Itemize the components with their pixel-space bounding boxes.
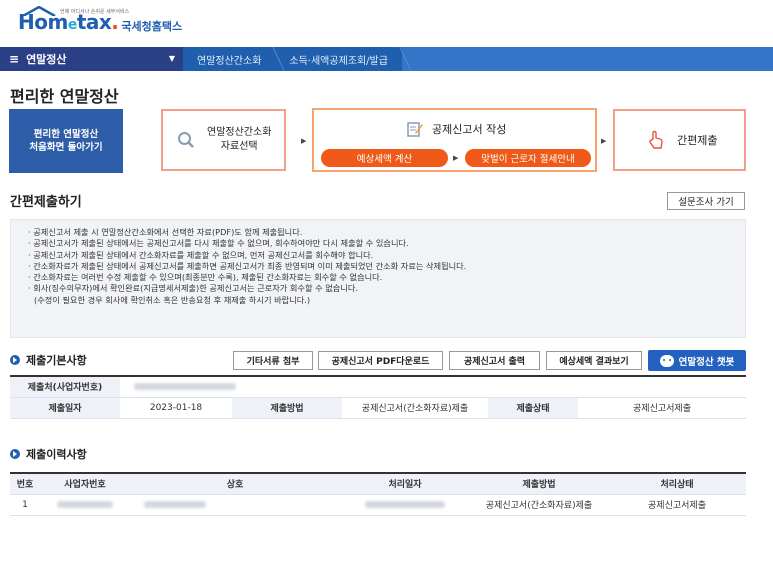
submit-method-value: 공제신고서(간소화자료)제출 [342, 397, 488, 419]
dual-income-button[interactable]: 맞벌이 근로자 절세안내 [465, 149, 591, 167]
arrow-right-icon: ▶ [453, 154, 459, 162]
row-number: 1 [10, 494, 40, 516]
nav-home-menu[interactable]: ≡ 연말정산 ▼ [0, 47, 183, 71]
notice-box: 공제신고서 제출 시 연말정산간소화에서 선택한 자료(PDF)도 함께 제출됩… [10, 219, 746, 338]
bullet-icon [10, 355, 20, 365]
company-name [130, 494, 340, 516]
nav-item-deduction-query[interactable]: 소득·세액공제조회/발급 [275, 47, 402, 71]
notice-item: (수정이 필요한 경우 회사에 확인취소 혹은 반송요청 후 재제출 하시기 바… [34, 294, 311, 305]
arrow-right-icon: ▶ [301, 137, 307, 145]
pdf-download-button[interactable]: 공제신고서 PDF다운로드 [318, 351, 443, 370]
step3-label: 간편제출 [677, 134, 718, 147]
hand-pointer-icon [649, 130, 663, 149]
step-simplified-select[interactable]: 연말정산간소화 자료선택 [161, 109, 286, 171]
logo-subtitle: 국세청홈택스 [121, 20, 183, 33]
notice-item: 공제신고서가 제출된 상태에서는 공제신고서를 다시 제출할 수 없으며, 회수… [28, 238, 745, 249]
section-title: 간편제출하기 [10, 195, 82, 210]
form-pencil-icon [407, 122, 423, 137]
submit-status-value: 공제신고서제출 [578, 397, 746, 419]
hometax-logo[interactable]: 언제 어디서나 손쉬운 세무서비스 Hometax. 국세청홈택스 [18, 6, 182, 36]
expected-tax-button[interactable]: 예상세액 계산 [321, 149, 448, 167]
col-header: 상호 [130, 473, 340, 495]
submit-date-label: 제출일자 [10, 397, 120, 419]
submit-to-label: 제출처(사업자번호) [10, 376, 120, 398]
history-status: 공제신고서제출 [608, 494, 746, 516]
start-page-button[interactable]: 편리한 연말정산 처음화면 돌아가기 [9, 109, 123, 173]
submit-to-value [120, 376, 746, 398]
start-page-label: 편리한 연말정산 처음화면 돌아가기 [29, 129, 103, 153]
history-table: 번호 사업자번호 상호 처리일자 제출방법 처리상태 1 공제신고서(간소화자료… [10, 472, 746, 516]
table-row[interactable]: 1 공제신고서(간소화자료)제출 공제신고서제출 [10, 494, 746, 516]
col-header: 번호 [10, 473, 40, 495]
survey-button[interactable]: 설문조사 가기 [667, 192, 745, 210]
submit-date-value: 2023-01-18 [120, 397, 232, 419]
step-deduction-form: 공제신고서 작성 예상세액 계산 ▶ 맞벌이 근로자 절세안내 [312, 108, 597, 172]
attach-docs-button[interactable]: 기타서류 첨부 [233, 351, 313, 370]
notice-item: 회사(징수의무자)에서 확인완료(지급명세서제출)한 공제신고서는 근로자가 회… [28, 283, 745, 294]
notice-item: 간소화자료가 제출된 상태에서 공제신고서를 제출하면 공제신고서가 최종 반영… [28, 261, 745, 272]
magnifier-icon [178, 132, 194, 148]
col-header: 제출방법 [470, 473, 608, 495]
col-header: 처리상태 [608, 473, 746, 495]
col-header: 처리일자 [340, 473, 470, 495]
process-date [340, 494, 470, 516]
history-method: 공제신고서(간소화자료)제출 [470, 494, 608, 516]
nav-home-label: 연말정산 [26, 53, 67, 66]
nav-filler [401, 47, 773, 71]
page-title: 편리한 연말정산 [10, 87, 119, 106]
step2-header[interactable]: 공제신고서 작성 [406, 120, 506, 138]
table-row: 제출처(사업자번호) [10, 376, 746, 398]
logo-tagline: 언제 어디서나 손쉬운 세무서비스 [60, 9, 130, 15]
business-number [40, 494, 130, 516]
table-row: 제출일자 2023-01-18 제출방법 공제신고서(간소화자료)제출 제출상태… [10, 397, 746, 419]
notice-item: 공제신고서 제출 시 연말정산간소화에서 선택한 자료(PDF)도 함께 제출됩… [28, 227, 745, 238]
basic-info-title: 제출기본사항 [10, 352, 87, 368]
submit-method-label: 제출방법 [232, 397, 342, 419]
table-header-row: 번호 사업자번호 상호 처리일자 제출방법 처리상태 [10, 473, 746, 495]
submit-status-label: 제출상태 [488, 397, 578, 419]
nav-item-simplified[interactable]: 연말정산간소화 [183, 47, 275, 71]
chatbot-button[interactable]: 연말정산 챗봇 [648, 350, 746, 371]
expected-tax-result-button[interactable]: 예상세액 결과보기 [546, 351, 642, 370]
notice-item: 공제신고서가 제출된 상태에서 간소화자료를 제출할 수 없으며, 먼저 공제신… [28, 250, 745, 261]
print-button[interactable]: 공제신고서 출력 [449, 351, 540, 370]
col-header: 사업자번호 [40, 473, 130, 495]
step1-label: 연말정산간소화 자료선택 [207, 127, 272, 152]
history-title: 제출이력사항 [10, 446, 87, 462]
menu-icon: ≡ [9, 52, 20, 66]
bullet-icon [10, 449, 20, 459]
house-roof-icon [22, 6, 56, 16]
arrow-right-icon: ▶ [601, 137, 607, 145]
top-nav: ≡ 연말정산 ▼ 연말정산간소화 소득·세액공제조회/발급 [0, 47, 773, 71]
step-quick-submit[interactable]: 간편제출 [613, 109, 746, 171]
caret-down-icon: ▼ [168, 54, 175, 63]
notice-item: 간소화자료는 여러번 수정 제출할 수 있으며(최종분만 수록), 제출된 간소… [28, 272, 745, 283]
history-title-text: 제출이력사항 [26, 448, 87, 461]
step2-title: 공제신고서 작성 [432, 123, 507, 136]
basic-info-table: 제출처(사업자번호) 제출일자 2023-01-18 제출방법 공제신고서(간소… [10, 375, 746, 419]
chatbot-icon [659, 354, 674, 367]
chatbot-label: 연말정산 챗봇 [678, 356, 735, 368]
basic-info-title-text: 제출기본사항 [26, 354, 87, 367]
